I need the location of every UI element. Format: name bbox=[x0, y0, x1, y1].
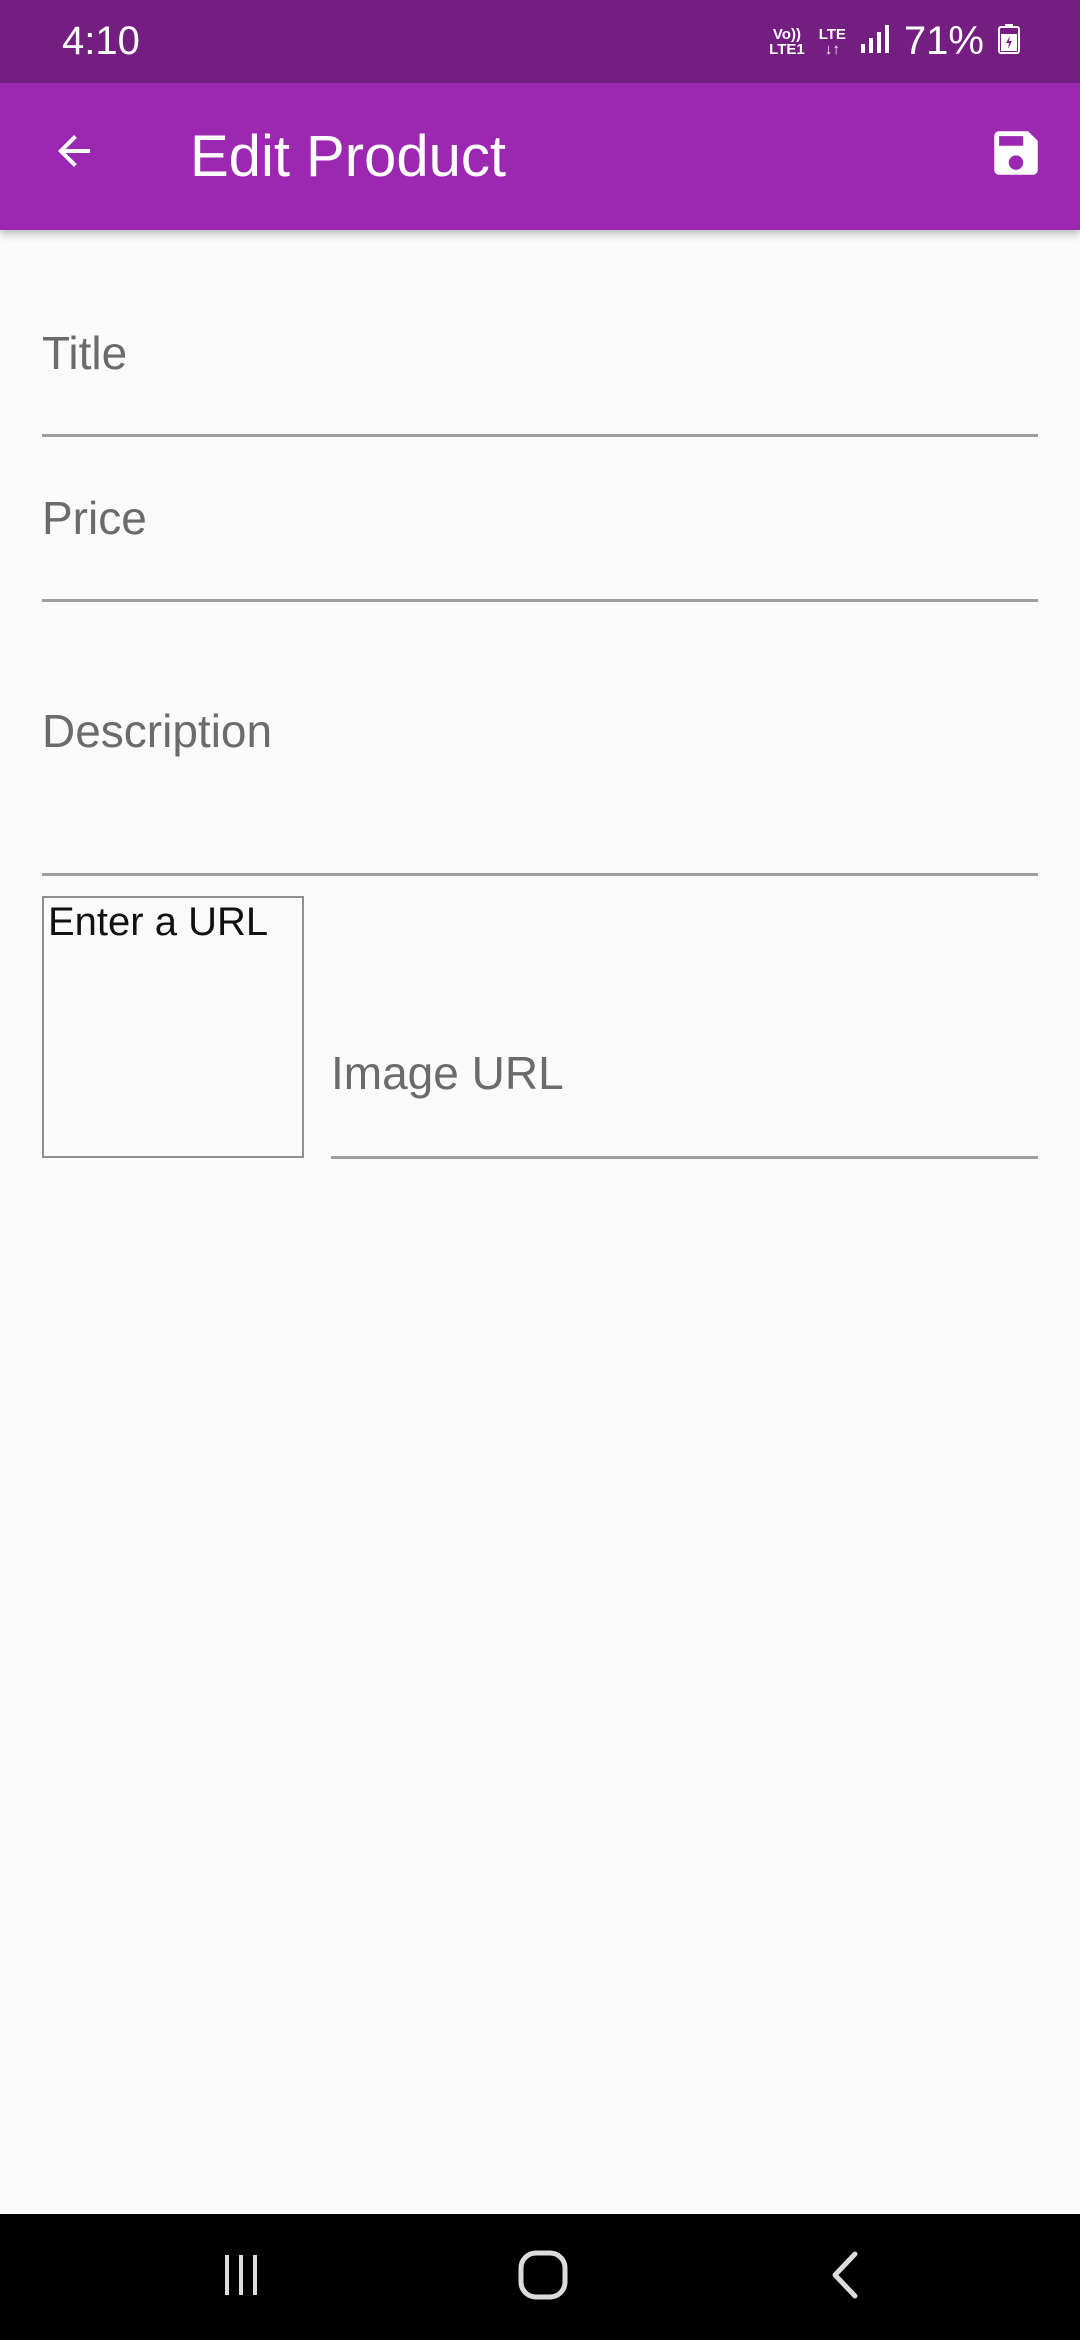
system-nav-bar bbox=[0, 2214, 1080, 2340]
title-label: Title bbox=[42, 327, 128, 379]
price-field[interactable]: Price bbox=[42, 475, 1038, 602]
battery-percent: 71% bbox=[903, 19, 984, 63]
status-time: 4:10 bbox=[62, 19, 140, 63]
volte-top-text: Vo)) bbox=[772, 25, 801, 43]
image-url-field[interactable]: Image URL bbox=[331, 1010, 1038, 1159]
signal-icon bbox=[860, 24, 890, 59]
volte-indicator: Vo)) LTE1 bbox=[769, 27, 805, 57]
recents-icon bbox=[217, 2251, 265, 2304]
page-title: Edit Product bbox=[190, 124, 506, 189]
arrow-back-icon bbox=[50, 127, 98, 180]
recents-button[interactable] bbox=[211, 2247, 271, 2307]
save-icon bbox=[987, 124, 1045, 187]
back-button[interactable] bbox=[44, 123, 104, 183]
home-icon bbox=[518, 2250, 568, 2305]
status-bar: 4:10 Vo)) LTE1 LTE ↓↑ 71% bbox=[0, 0, 1080, 83]
lte-arrows-text: ↓↑ bbox=[824, 40, 840, 58]
home-button[interactable] bbox=[513, 2247, 573, 2307]
title-field[interactable]: Title bbox=[42, 310, 1038, 437]
lte-top-text: LTE bbox=[818, 25, 846, 43]
image-preview-text: Enter a URL bbox=[48, 900, 269, 944]
price-label: Price bbox=[42, 492, 147, 544]
lte-indicator: LTE ↓↑ bbox=[819, 27, 846, 57]
status-icons: Vo)) LTE1 LTE ↓↑ 71% bbox=[769, 19, 1020, 64]
image-preview: Enter a URL bbox=[42, 896, 304, 1158]
image-url-label: Image URL bbox=[331, 1047, 564, 1099]
system-back-button[interactable] bbox=[815, 2247, 875, 2307]
save-button[interactable] bbox=[984, 123, 1048, 187]
battery-icon bbox=[998, 24, 1020, 59]
volte-bottom-text: LTE1 bbox=[769, 40, 805, 58]
description-field[interactable]: Description bbox=[42, 640, 1038, 876]
back-chevron-icon bbox=[825, 2250, 865, 2305]
description-label: Description bbox=[42, 705, 273, 757]
app-bar: Edit Product bbox=[0, 83, 1080, 230]
